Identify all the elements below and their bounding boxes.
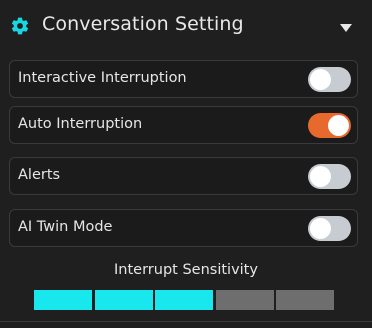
caret-down-icon[interactable] (340, 24, 352, 32)
toggle-label: Interactive Interruption (18, 70, 187, 86)
ai-twin-mode-toggle[interactable] (308, 216, 351, 241)
toggle-knob (328, 115, 349, 136)
toggle-knob (310, 218, 331, 239)
sensitivity-segment-1[interactable] (34, 290, 92, 310)
sensitivity-segment-5[interactable] (276, 290, 334, 310)
interactive-interruption-toggle[interactable] (308, 67, 351, 92)
panel-title: Conversation Setting (42, 13, 244, 35)
interrupt-sensitivity-label: Interrupt Sensitivity (114, 262, 258, 278)
interrupt-sensitivity-meter (34, 290, 334, 310)
toggle-row-alerts: Alerts (9, 157, 358, 195)
toggle-label: Alerts (18, 167, 61, 183)
toggle-knob (310, 166, 331, 187)
sensitivity-segment-3[interactable] (155, 290, 213, 310)
alerts-toggle[interactable] (308, 164, 351, 189)
gear-icon (11, 17, 29, 35)
panel-header[interactable]: Conversation Setting (0, 0, 372, 54)
conversation-setting-panel: Conversation Setting Interactive Interru… (0, 0, 372, 328)
toggle-label: AI Twin Mode (18, 219, 113, 235)
toggle-knob (310, 69, 331, 90)
toggle-row-auto-interruption: Auto Interruption (9, 106, 358, 144)
divider (0, 321, 372, 322)
toggle-row-interactive-interruption: Interactive Interruption (9, 60, 358, 98)
toggle-row-ai-twin-mode: AI Twin Mode (9, 209, 358, 247)
auto-interruption-toggle[interactable] (308, 113, 351, 138)
sensitivity-segment-2[interactable] (95, 290, 153, 310)
sensitivity-segment-4[interactable] (216, 290, 274, 310)
toggle-label: Auto Interruption (18, 116, 143, 132)
